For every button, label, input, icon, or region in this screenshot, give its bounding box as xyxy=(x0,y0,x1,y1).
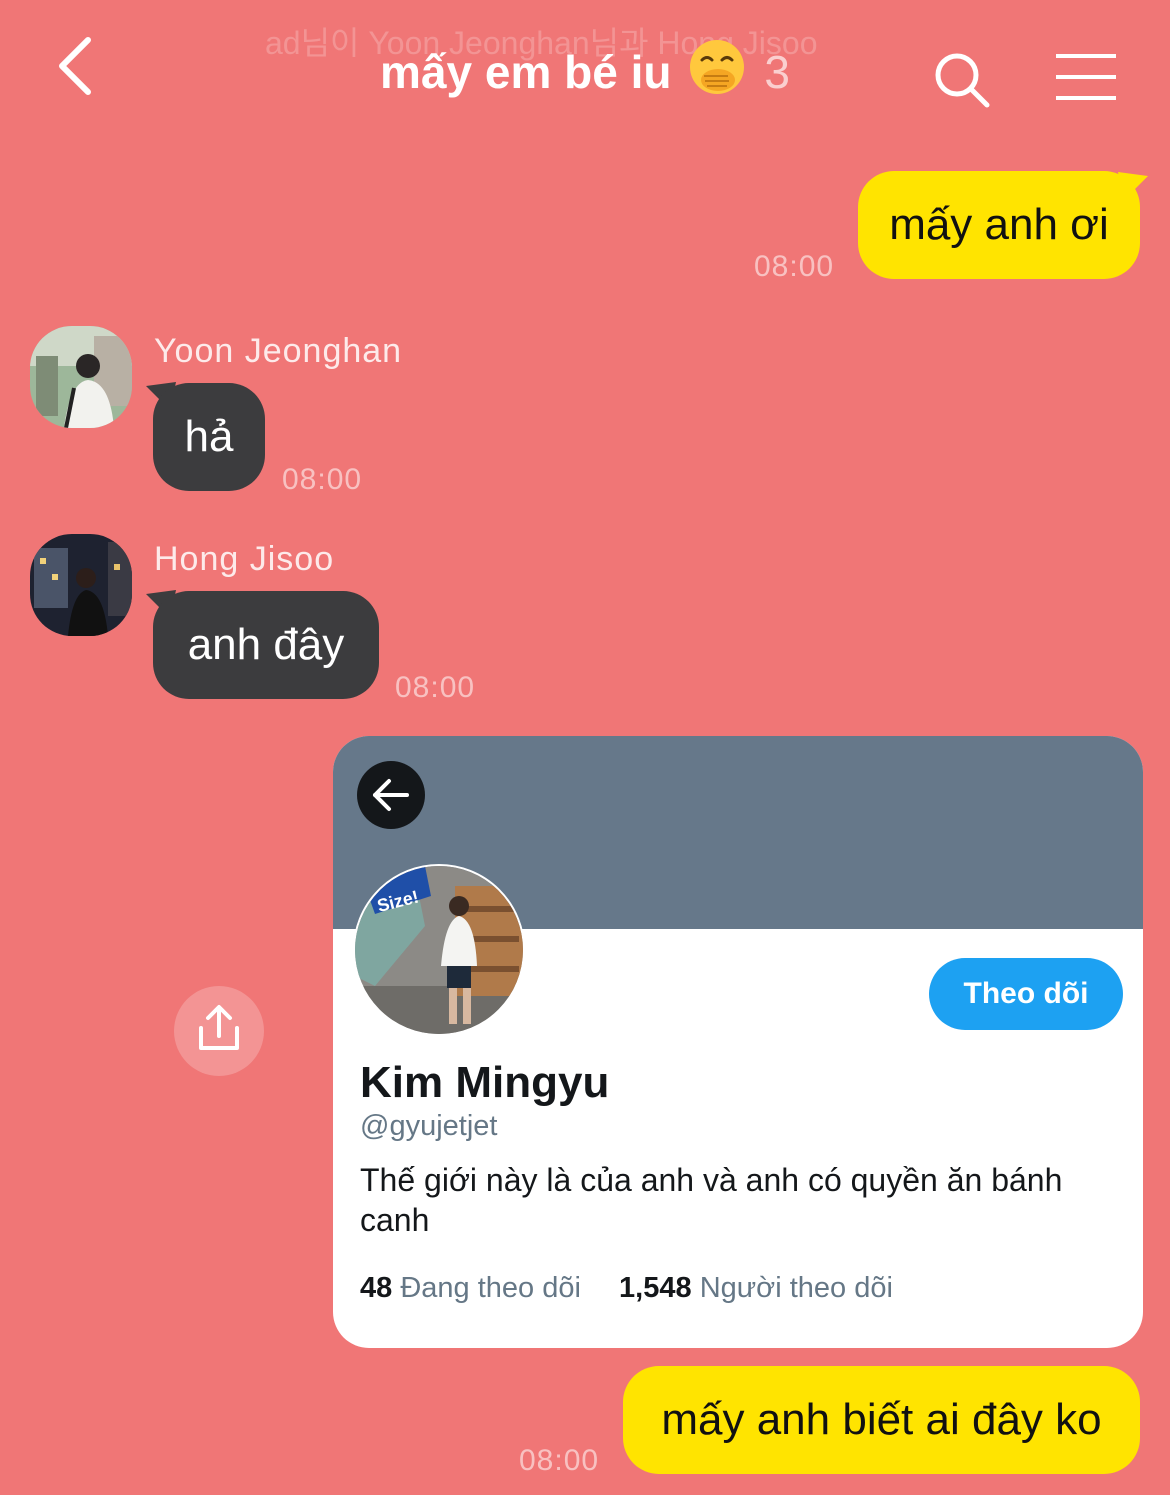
follow-button: Theo dõi xyxy=(929,958,1123,1030)
bubble-tail xyxy=(1118,172,1148,200)
menu-icon xyxy=(1056,54,1116,100)
message-text: mấy anh ơi xyxy=(889,200,1109,249)
message-text: anh đây xyxy=(187,620,345,669)
search-button[interactable] xyxy=(932,50,992,110)
message-time: 08:00 xyxy=(519,1444,600,1477)
message-bubble-theirs[interactable]: anh đây xyxy=(153,591,379,699)
message-time: 08:00 xyxy=(395,671,476,704)
message-bubble-mine[interactable]: mấy anh biết ai đây ko xyxy=(623,1366,1140,1474)
followers-label: Người theo dõi xyxy=(699,1272,893,1304)
message-time: 08:00 xyxy=(754,250,835,283)
arrow-left-icon xyxy=(373,779,409,811)
message-bubble-theirs[interactable]: hả xyxy=(153,383,265,491)
avatar-hong-jisoo[interactable] xyxy=(30,534,132,636)
sender-name: Hong Jisoo xyxy=(154,540,335,578)
profile-stats: 48 Đang theo dõi 1,548 Người theo dõi xyxy=(360,1272,893,1305)
profile-photo-icon xyxy=(30,326,132,428)
profile-photo-icon xyxy=(30,534,132,636)
following-count: 48 xyxy=(360,1272,393,1304)
profile-handle: @gyujetjet xyxy=(360,1110,498,1142)
profile-photo-icon: Size! xyxy=(355,866,523,1034)
profile-bio: Thế giới này là của anh và anh có quyền … xyxy=(360,1162,1063,1238)
message-text: mấy anh biết ai đây ko xyxy=(661,1395,1102,1444)
search-icon xyxy=(935,53,990,108)
share-icon xyxy=(199,1005,239,1050)
share-button[interactable] xyxy=(174,986,264,1076)
message-time: 08:00 xyxy=(282,463,363,496)
hand-over-mouth-emoji-icon xyxy=(688,38,746,101)
message-bubble-mine[interactable]: mấy anh ơi xyxy=(858,171,1140,279)
avatar-yoon-jeonghan[interactable] xyxy=(30,326,132,428)
menu-button[interactable] xyxy=(1054,52,1118,102)
followers-count: 1,548 xyxy=(619,1272,692,1304)
sender-name: Yoon Jeonghan xyxy=(154,332,403,370)
chat-title: mấy em bé iu xyxy=(380,46,672,98)
following-label: Đang theo dõi xyxy=(400,1272,581,1304)
message-text: hả xyxy=(184,412,234,461)
profile-name: Kim Mingyu xyxy=(360,1058,610,1107)
profile-card-image[interactable]: Size! Theo dõi Kim Mingyu @gyujetjet Thế… xyxy=(333,736,1143,1348)
profile-avatar: Size! xyxy=(353,864,525,1036)
member-count: 3 xyxy=(764,46,790,98)
card-back-button xyxy=(357,761,425,829)
chat-title-bar: mấy em bé iu 3 xyxy=(0,38,1170,101)
